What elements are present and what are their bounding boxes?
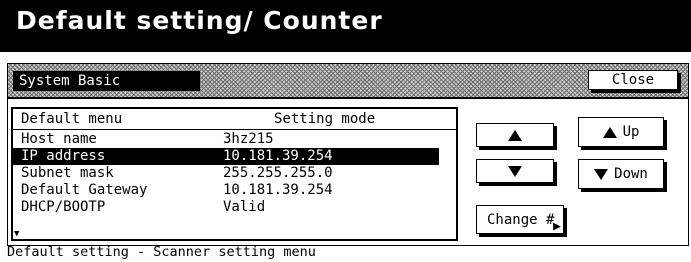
item-label: Default Gateway [21,182,148,198]
item-value: 10.181.39.254 [223,148,333,164]
up-label: Up [622,124,640,140]
status-bar: Default setting - Scanner setting menu [7,244,316,260]
settings-list: Default menu Setting mode Host name 3hz2… [11,107,458,241]
list-item-dhcp-bootp[interactable]: DHCP/BOOTP Valid [13,199,439,216]
item-value: 255.255.255.0 [223,165,333,181]
list-item-subnet-mask[interactable]: Subnet mask 255.255.255.0 [13,165,439,182]
list-item-host-name[interactable]: Host name 3hz215 [13,131,439,148]
list-item-ip-address[interactable]: IP address 10.181.39.254 [13,148,439,165]
up-button[interactable]: Up [578,117,664,147]
triangle-up-icon [508,129,522,141]
scroll-down-button[interactable] [476,159,554,183]
item-value: 3hz215 [223,131,274,147]
window-title: Default setting/ Counter [16,6,383,35]
settings-panel: System Basic Close Default menu Setting … [7,63,689,246]
item-label: IP address [21,148,106,164]
item-label: Subnet mask [21,165,114,181]
item-label: Host name [21,131,97,147]
column-header-menu: Default menu [21,111,123,127]
change-number-button[interactable]: Change # ▶ [476,205,564,234]
scroll-up-button[interactable] [476,123,554,147]
item-label: DHCP/BOOTP [21,199,106,215]
item-value: 10.181.39.254 [223,182,333,198]
more-below-icon: ▼ [14,229,20,239]
list-header: Default menu Setting mode [13,109,456,130]
column-header-mode: Setting mode [274,111,376,127]
down-button[interactable]: Down [578,159,664,189]
triangle-down-icon [508,165,522,177]
change-label: Change # [487,211,555,228]
tab-bar: System Basic Close [8,64,688,99]
pointer-icon: ▶ [553,219,561,234]
close-button[interactable]: Close [588,70,678,90]
list-item-default-gateway[interactable]: Default Gateway 10.181.39.254 [13,182,439,199]
triangle-down-icon [594,168,609,180]
item-value: Valid [223,199,266,215]
down-label: Down [614,166,648,182]
triangle-up-icon [602,126,617,138]
title-bar: Default setting/ Counter [0,0,691,52]
tab-system-basic[interactable]: System Basic [13,71,200,91]
